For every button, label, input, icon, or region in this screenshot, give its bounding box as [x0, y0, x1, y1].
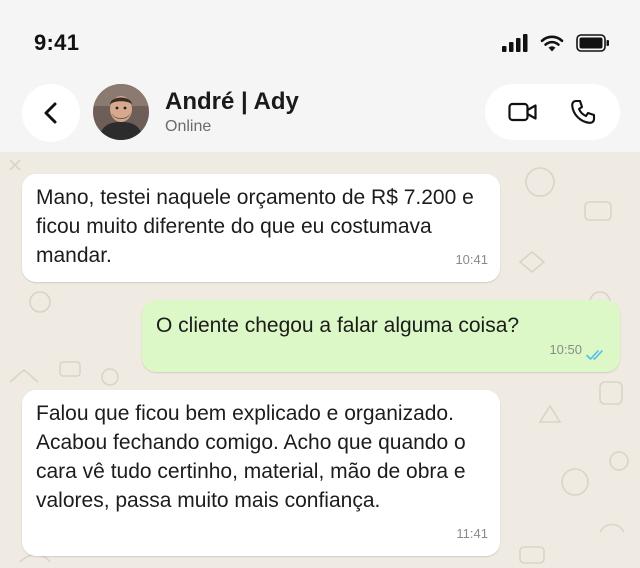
chat-area[interactable]: Mano, testei naquele orçamento de R$ 7.2…	[0, 152, 640, 568]
chevron-left-icon	[44, 102, 57, 124]
video-camera-icon	[508, 102, 537, 122]
message-time: 10:50	[549, 342, 582, 357]
status-icons	[502, 34, 610, 52]
incoming-message[interactable]: Mano, testei naquele orçamento de R$ 7.2…	[22, 174, 500, 282]
incoming-message[interactable]: Falou que ficou bem explicado e organiza…	[22, 390, 500, 556]
message-text: Mano, testei naquele orçamento de R$ 7.2…	[36, 186, 474, 267]
message-text: O cliente chegou a falar alguma coisa?	[156, 314, 520, 337]
double-check-read-icon	[586, 350, 603, 360]
phone-icon	[571, 99, 596, 124]
voice-call-button[interactable]	[555, 84, 611, 140]
chat-header: André | Ady Online	[0, 80, 640, 152]
wifi-icon	[540, 35, 564, 52]
contact-status: Online	[165, 118, 212, 135]
contact-name[interactable]: André | Ady	[165, 88, 299, 116]
avatar[interactable]	[93, 84, 149, 140]
status-time: 9:41	[34, 30, 80, 55]
message-text: Falou que ficou bem explicado e organiza…	[36, 402, 466, 512]
message-time: 11:41	[456, 526, 488, 541]
status-bar: 9:41	[0, 0, 640, 80]
battery-icon	[576, 34, 609, 52]
call-actions	[485, 84, 620, 140]
message-time: 10:41	[455, 252, 488, 267]
cellular-signal-icon	[502, 34, 528, 52]
back-button[interactable]	[22, 84, 80, 142]
outgoing-message[interactable]: O cliente chegou a falar alguma coisa? 1…	[142, 300, 620, 372]
video-call-button[interactable]	[495, 84, 551, 140]
contact-photo-icon	[93, 84, 149, 140]
